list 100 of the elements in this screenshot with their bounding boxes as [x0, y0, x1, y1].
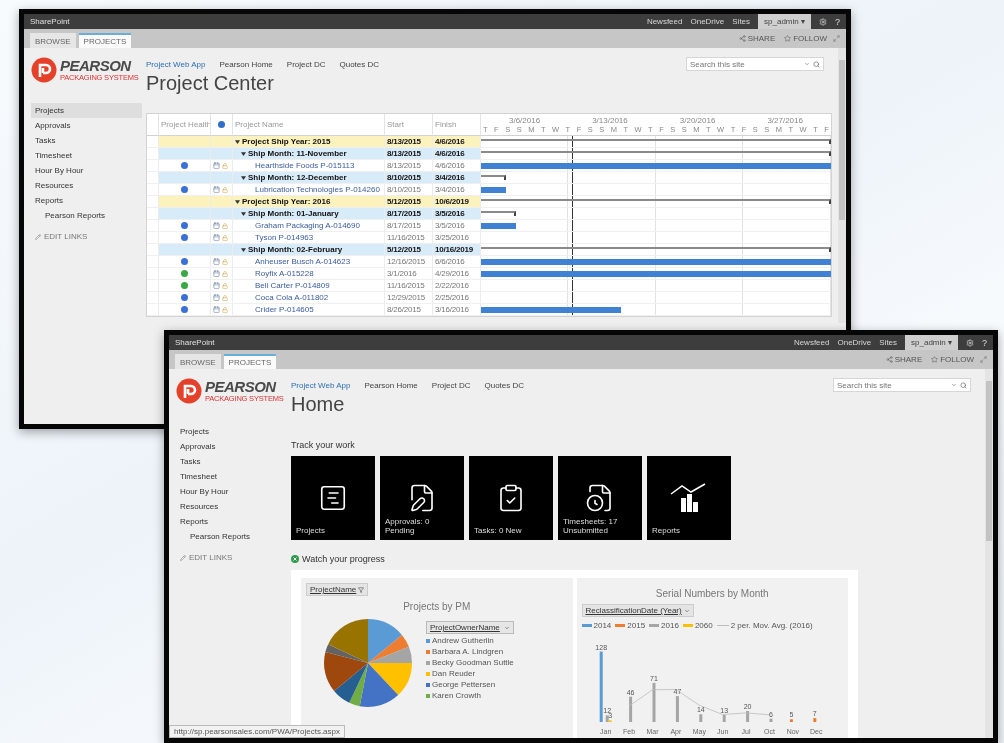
summary-bar[interactable]	[481, 211, 516, 216]
sidebar-item[interactable]: Pearson Reports	[176, 529, 287, 544]
calendar-icon	[213, 306, 220, 313]
expand-caret-icon[interactable]	[241, 247, 246, 252]
sidebar-item[interactable]: Pearson Reports	[31, 208, 142, 223]
expand-caret-icon[interactable]	[241, 175, 246, 180]
expand-caret-icon[interactable]	[235, 199, 240, 204]
search-icon[interactable]	[960, 381, 967, 389]
tile[interactable]: Tasks: 0 New	[469, 456, 553, 540]
sidebar-item[interactable]: Hour By Hour	[31, 163, 142, 178]
expand-caret-icon[interactable]	[241, 211, 246, 216]
site-link[interactable]: Project Web App	[146, 59, 206, 69]
project-name[interactable]: Graham Packaging A-014690	[255, 221, 360, 230]
share-icon	[885, 356, 893, 363]
finish-date: 2/25/2016	[435, 293, 469, 302]
caret-icon[interactable]	[804, 61, 810, 67]
ribbon-action[interactable]: SHARE	[882, 355, 926, 364]
top-link[interactable]: OneDrive	[690, 17, 725, 26]
sidebar-item[interactable]: Resources	[176, 499, 287, 514]
search-field[interactable]: Search this site	[833, 378, 971, 392]
tile[interactable]: Approvals: 0 Pending	[380, 456, 464, 540]
sidebar-item[interactable]: Reports	[31, 193, 142, 208]
caret-icon[interactable]	[951, 382, 957, 388]
sidebar-item[interactable]: Approvals	[31, 118, 142, 133]
top-link[interactable]: Newsfeed	[646, 17, 683, 26]
settings-icon[interactable]	[819, 17, 827, 26]
project-name[interactable]: Crider P-014605	[255, 305, 314, 314]
ribbon-tab[interactable]: BROWSE	[30, 33, 76, 48]
lock-icon	[222, 294, 228, 301]
ribbon-action[interactable]: SHARE	[735, 34, 779, 43]
project-name[interactable]: Royfix A-015228	[255, 269, 314, 278]
search-icon[interactable]	[813, 60, 820, 68]
finish-date: 10/16/2019	[435, 245, 474, 254]
filter-button[interactable]: ReclassificationDate (Year)	[581, 604, 694, 617]
tile[interactable]: Projects	[291, 456, 375, 540]
sidebar-item[interactable]: Projects	[176, 424, 287, 439]
nav-link[interactable]: Project DC	[431, 380, 471, 390]
project-name[interactable]: Anheuser Busch A-014623	[255, 257, 351, 266]
project-name[interactable]: Lubrication Technologies P-014260	[255, 185, 380, 194]
ribbon-tab[interactable]: PROJECTS	[223, 354, 277, 369]
legend-label: 2 per. Mov. Avg. (2016)	[730, 621, 813, 630]
sidebar-item[interactable]: Resources	[31, 178, 142, 193]
top-link[interactable]: Sites	[732, 17, 751, 26]
nav-link[interactable]: Quotes DC	[339, 59, 380, 69]
ribbon-tab[interactable]: PROJECTS	[78, 33, 132, 48]
legend-label: Andrew Gutherlin	[432, 636, 494, 645]
settings-icon[interactable]	[966, 338, 974, 347]
app-name: SharePoint	[30, 17, 70, 26]
top-link[interactable]: Sites	[879, 338, 898, 347]
user-menu[interactable]: sp_admin ▾	[905, 335, 958, 350]
project-name: Ship Month: 11-November	[248, 149, 347, 158]
project-name[interactable]: Bell Carter P-014809	[255, 281, 330, 290]
project-name[interactable]: Tyson P-014963	[255, 233, 314, 242]
legend-filter-button[interactable]: ProjectOwnerName	[426, 621, 514, 634]
edit-links-link[interactable]: EDIT LINKS	[176, 544, 291, 571]
focus-icon[interactable]	[833, 35, 840, 42]
nav-link[interactable]: Project DC	[286, 59, 326, 69]
chart-bar	[599, 651, 603, 722]
sidebar-item[interactable]: Approvals	[176, 439, 287, 454]
help-link[interactable]: ?	[982, 337, 993, 348]
scrollbar[interactable]	[985, 369, 993, 738]
edit-links-link[interactable]: EDIT LINKS	[31, 223, 146, 250]
scrollbar[interactable]	[838, 48, 846, 323]
project-name[interactable]: Coca Cola A-011802	[255, 293, 329, 302]
lock-icon	[222, 306, 228, 313]
finish-date: 4/6/2016	[435, 161, 465, 170]
nav-link[interactable]: Quotes DC	[484, 380, 525, 390]
expand-caret-icon[interactable]	[241, 151, 246, 156]
sidebar-item[interactable]: Projects	[31, 103, 142, 118]
sidebar-item[interactable]: Hour By Hour	[176, 484, 287, 499]
nav-link[interactable]: Pearson Home	[219, 59, 273, 69]
user-menu[interactable]: sp_admin ▾	[758, 14, 811, 29]
expand-caret-icon[interactable]	[235, 139, 240, 144]
sidebar-item[interactable]: Timesheet	[31, 148, 142, 163]
calendar-icon	[213, 222, 220, 229]
site-link[interactable]: Project Web App	[291, 380, 351, 390]
sidebar-item[interactable]: Tasks	[31, 133, 142, 148]
sidebar-item[interactable]: Tasks	[176, 454, 287, 469]
sidebar-item[interactable]: Timesheet	[176, 469, 287, 484]
project-name[interactable]: Hearthside Foods P-015113	[255, 161, 355, 170]
summary-bar[interactable]	[481, 175, 506, 180]
sidebar-item[interactable]: Reports	[176, 514, 287, 529]
filter-button[interactable]: ProjectName	[306, 583, 369, 596]
tile[interactable]: Reports	[647, 456, 731, 540]
ribbon-tab[interactable]: BROWSE	[175, 354, 221, 369]
search-field[interactable]: Search this site	[686, 57, 824, 71]
section-title: Watch your progress	[302, 554, 385, 564]
table-cell	[159, 136, 211, 148]
top-link[interactable]: Newsfeed	[793, 338, 830, 347]
focus-icon[interactable]	[980, 356, 987, 363]
finish-date: 2/22/2016	[435, 281, 469, 290]
search-input[interactable]: Search this site	[690, 59, 801, 69]
ribbon-action[interactable]: FOLLOW	[928, 355, 977, 364]
nav-link[interactable]: Pearson Home	[364, 380, 418, 390]
top-link[interactable]: OneDrive	[837, 338, 872, 347]
search-input[interactable]: Search this site	[837, 380, 948, 390]
help-link[interactable]: ?	[835, 16, 846, 27]
ribbon-action[interactable]: FOLLOW	[781, 34, 830, 43]
column-header	[147, 114, 159, 136]
tile[interactable]: Timesheets: 17 Unsubmitted	[558, 456, 642, 540]
